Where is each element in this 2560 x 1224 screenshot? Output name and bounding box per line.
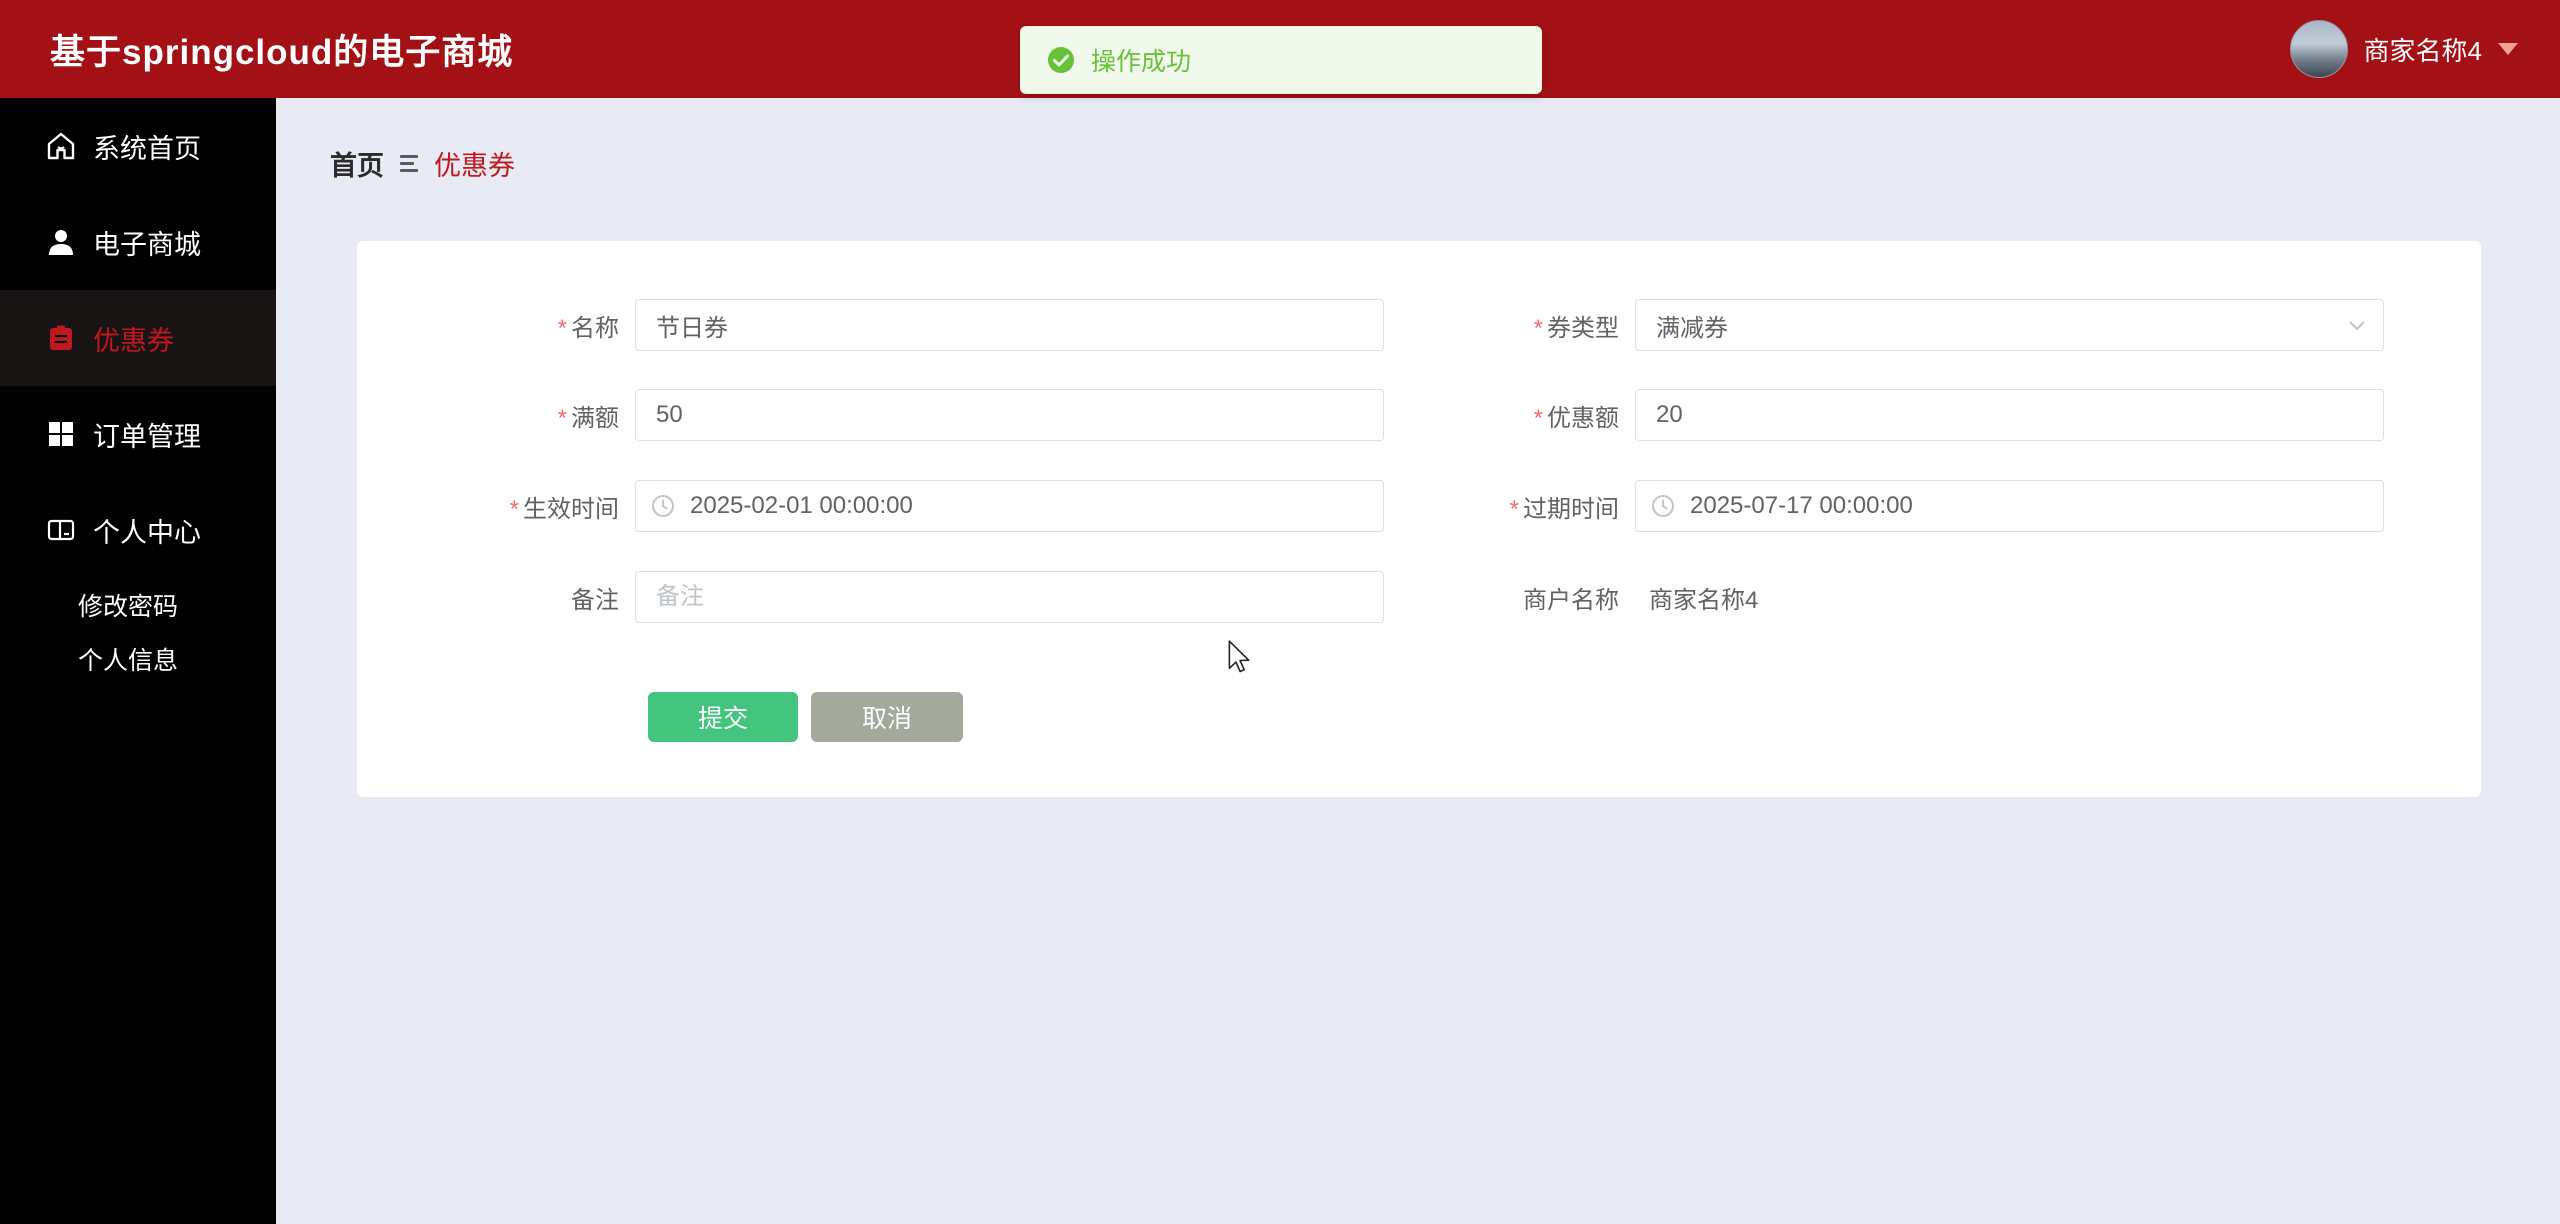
sidebar-item-home[interactable]: 系统首页 [0,98,276,194]
required-marker: * [1510,496,1519,523]
cancel-button[interactable]: 取消 [811,692,963,742]
toast-message: 操作成功 [1091,42,1191,78]
breadcrumb: 首页 优惠券 [330,144,515,183]
sidebar-item-mall[interactable]: 电子商城 [0,194,276,290]
field-discount-amount: *优惠额 [1395,389,2384,441]
caret-down-icon [2498,43,2518,55]
app-title: 基于springcloud的电子商城 [50,0,513,98]
clock-icon [651,494,675,518]
breadcrumb-separator-icon [400,155,418,172]
field-full-amount: *满额 [395,389,1384,441]
sidebar-item-label: 个人中心 [93,511,201,550]
sidebar-subitem-label: 个人信息 [78,641,178,677]
required-marker: * [1534,405,1543,432]
field-effective-time: *生效时间 [395,480,1384,532]
sidebar-subitem-change-password[interactable]: 修改密码 [0,578,276,632]
user-name: 商家名称4 [2364,31,2482,68]
sidebar-item-label: 电子商城 [93,223,201,262]
name-label: *名称 [395,308,635,343]
field-coupon-type: *券类型 [1395,299,2384,351]
field-name: *名称 [395,299,1384,351]
coupon-type-select[interactable] [1635,299,2384,351]
effective-time-input[interactable] [635,480,1384,532]
sidebar-item-orders[interactable]: 订单管理 [0,386,276,482]
full-amount-input[interactable] [635,389,1384,441]
name-input[interactable] [635,299,1384,351]
clock-icon [1651,494,1675,518]
sidebar-item-coupon[interactable]: 优惠券 [0,290,276,386]
profile-icon [46,515,76,545]
success-toast: 操作成功 [1020,26,1542,94]
coupon-icon [46,323,76,353]
discount-amount-input[interactable] [1635,389,2384,441]
main-content: 首页 优惠券 *名称 *券类型 *满额 [276,98,2560,1224]
effective-time-label: *生效时间 [395,489,635,524]
required-marker: * [510,496,519,523]
coupon-form-card: *名称 *券类型 *满额 *优惠额 [357,241,2481,797]
remark-label: 备注 [395,580,635,615]
check-circle-icon [1047,46,1075,74]
merchant-name-label: 商户名称 [1395,580,1635,615]
required-marker: * [1534,315,1543,342]
home-icon [46,131,76,161]
user-menu[interactable]: 商家名称4 [2290,0,2518,98]
sidebar-subitem-personal-info[interactable]: 个人信息 [0,632,276,686]
field-remark: 备注 [395,571,1384,623]
grid-icon [46,419,76,449]
effective-time-picker[interactable] [635,480,1384,532]
breadcrumb-home[interactable]: 首页 [330,144,384,183]
sidebar-item-label: 订单管理 [93,415,201,454]
merchant-name-value: 商家名称4 [1635,580,1758,615]
required-marker: * [558,315,567,342]
chevron-down-icon [2346,314,2368,336]
avatar[interactable] [2290,20,2348,78]
field-merchant-name: 商户名称 商家名称4 [1395,571,1758,623]
discount-amount-label: *优惠额 [1395,398,1635,433]
coupon-type-value[interactable] [1635,299,2384,351]
user-icon [46,227,76,257]
submit-button[interactable]: 提交 [648,692,798,742]
sidebar-item-profile[interactable]: 个人中心 [0,482,276,578]
expire-time-picker[interactable] [1635,480,2384,532]
sidebar-item-label: 优惠券 [93,319,174,358]
expire-time-input[interactable] [1635,480,2384,532]
required-marker: * [558,405,567,432]
breadcrumb-current: 优惠券 [434,144,515,183]
coupon-type-label: *券类型 [1395,308,1635,343]
remark-input[interactable] [635,571,1384,623]
expire-time-label: *过期时间 [1395,489,1635,524]
sidebar-subitem-label: 修改密码 [78,587,178,623]
full-amount-label: *满额 [395,398,635,433]
sidebar-item-label: 系统首页 [93,127,201,166]
sidebar: 系统首页 电子商城 优惠券 订单管理 个人中心 [0,98,276,1224]
field-expire-time: *过期时间 [1395,480,2384,532]
